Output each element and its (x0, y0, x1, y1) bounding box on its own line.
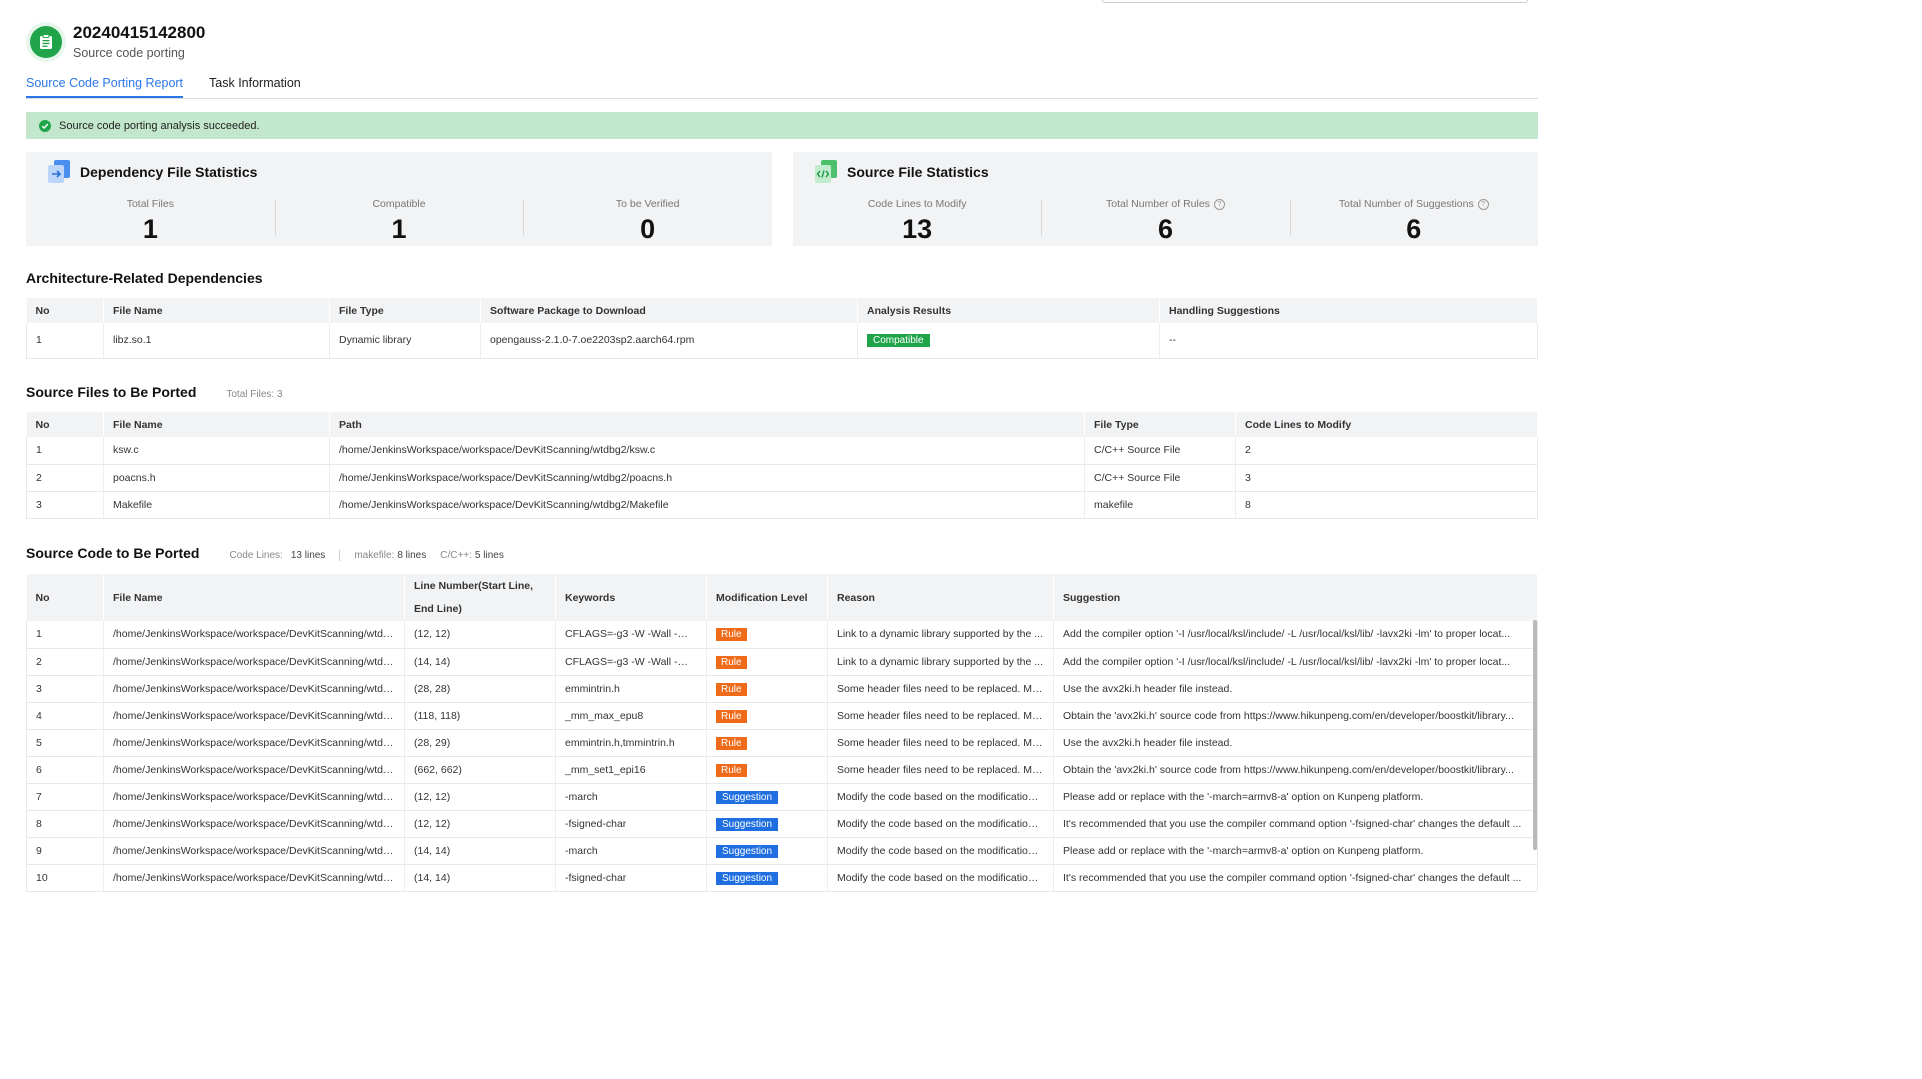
source-files-title: Source Files to Be Ported Total Files: 3 (26, 384, 283, 400)
col-header: File Name (103, 412, 330, 437)
col-header: Analysis Results (857, 298, 1160, 323)
source-files-table: No File Name Path File Type Code Lines t… (26, 412, 1538, 519)
stat-total-files: Total Files 1 (126, 198, 174, 244)
table-row[interactable]: 10/home/JenkinsWorkspace/workspace/DevKi… (26, 864, 1538, 892)
stat-compatible: Compatible 1 (274, 194, 524, 246)
col-header: File Type (329, 298, 481, 323)
table-row[interactable]: 7/home/JenkinsWorkspace/workspace/DevKit… (26, 783, 1538, 811)
page-header: 20240415142800 Source code porting (26, 20, 205, 64)
table-row[interactable]: 2 poacns.h/home/JenkinsWorkspace/workspac… (26, 464, 1538, 492)
rule-badge: Rule (716, 709, 747, 723)
col-header: Suggestion (1053, 574, 1538, 621)
table-row[interactable]: 1/home/JenkinsWorkspace/workspace/DevKit… (26, 621, 1538, 649)
col-header: Path (329, 412, 1085, 437)
table-row: 1 libz.so.1 Dynamic library opengauss-2.… (26, 323, 1538, 359)
col-header: File Type (1084, 412, 1236, 437)
tab-task-information[interactable]: Task Information (209, 76, 301, 98)
stat-total-suggestions: Total Number of Suggestions? 6 (1289, 194, 1538, 246)
col-header: Modification Level (706, 574, 828, 621)
help-icon[interactable]: ? (1477, 198, 1489, 210)
table-row[interactable]: 3 Makefile/home/JenkinsWorkspace/workspac… (26, 491, 1538, 519)
col-header: Code Lines to Modify (1235, 412, 1538, 437)
col-header: File Name (103, 574, 405, 621)
suggestion-badge: Suggestion (716, 871, 779, 885)
task-logo (26, 22, 66, 62)
help-icon[interactable]: ? (1213, 198, 1225, 210)
table-row[interactable]: 4/home/JenkinsWorkspace/workspace/DevKit… (26, 702, 1538, 730)
dependency-file-icon (46, 160, 72, 184)
source-code-title: Source Code to Be Ported Code Lines: 13 l… (26, 545, 504, 561)
suggestion-badge: Suggestion (716, 844, 779, 858)
col-header: No (26, 412, 104, 437)
rule-badge: Rule (716, 628, 747, 642)
col-header: No (26, 298, 104, 323)
rule-badge: Rule (716, 655, 747, 669)
source-code-icon (813, 160, 839, 184)
check-circle-icon (39, 119, 51, 132)
success-banner: Source code porting analysis succeeded. (26, 112, 1538, 139)
table-row[interactable]: 8/home/JenkinsWorkspace/workspace/DevKit… (26, 810, 1538, 838)
suggestion-badge: Suggestion (716, 790, 779, 804)
suggestion-badge: Suggestion (716, 817, 779, 831)
dependency-stats-title: Dependency File Statistics (80, 164, 258, 180)
tab-porting-report[interactable]: Source Code Porting Report (26, 76, 184, 98)
table-row[interactable]: 6/home/JenkinsWorkspace/workspace/DevKit… (26, 756, 1538, 784)
col-header: Line Number(Start Line, End Line) (404, 574, 556, 621)
col-header: Reason (827, 574, 1054, 621)
top-search-box[interactable] (1102, 0, 1528, 3)
source-code-meta: Code Lines: 13 lines makefile: 8 lines C/C++… (229, 549, 504, 561)
rule-badge: Rule (716, 763, 747, 777)
col-header: File Name (103, 298, 330, 323)
table-row[interactable]: 5/home/JenkinsWorkspace/workspace/DevKit… (26, 729, 1538, 757)
task-id: 20240415142800 (73, 23, 206, 42)
col-header: No (26, 574, 104, 621)
clipboard-icon (40, 34, 52, 49)
source-stats-title: Source File Statistics (847, 164, 989, 180)
table-row[interactable]: 2/home/JenkinsWorkspace/workspace/DevKit… (26, 648, 1538, 676)
task-subtitle: Source code porting (73, 46, 185, 60)
compatible-badge: Compatible (867, 334, 930, 348)
dependency-stats-card: Dependency File Statistics Total Files 1… (26, 152, 772, 246)
banner-text: Source code porting analysis succeeded. (59, 119, 260, 132)
source-code-table: No File Name Line Number(Start Line, End… (26, 574, 1538, 892)
table-scrollbar[interactable] (1533, 620, 1537, 850)
rule-badge: Rule (716, 736, 747, 750)
table-row[interactable]: 3/home/JenkinsWorkspace/workspace/DevKit… (26, 675, 1538, 703)
stat-to-be-verified: To be Verified 0 (523, 194, 772, 246)
table-row[interactable]: 1 ksw.c/home/JenkinsWorkspace/workspace/D… (26, 437, 1538, 465)
col-header: Software Package to Download (480, 298, 858, 323)
stat-code-lines: Code Lines to Modify 13 (867, 198, 967, 244)
tab-bar: Source Code Porting Report Task Informat… (26, 76, 1538, 99)
total-files-label: Total Files: 3 (226, 389, 283, 400)
stat-total-rules: Total Number of Rules? 6 (1041, 194, 1289, 246)
arch-deps-title: Architecture-Related Dependencies (26, 270, 263, 286)
col-header: Handling Suggestions (1159, 298, 1538, 323)
table-row[interactable]: 9/home/JenkinsWorkspace/workspace/DevKit… (26, 837, 1538, 865)
col-header: Keywords (555, 574, 707, 621)
source-stats-card: Source File Statistics Code Lines to Mod… (793, 152, 1538, 246)
arch-deps-table: No File Name File Type Software Package … (26, 298, 1538, 359)
rule-badge: Rule (716, 682, 747, 696)
